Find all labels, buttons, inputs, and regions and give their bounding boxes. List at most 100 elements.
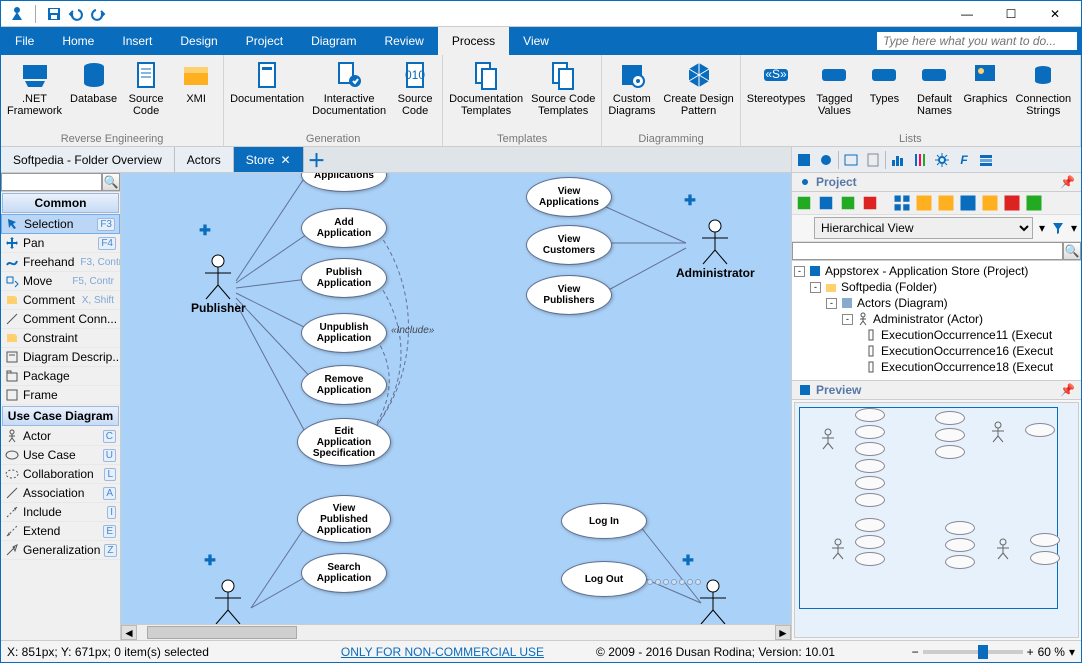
horizontal-scrollbar[interactable]: ◄ ►: [121, 624, 791, 640]
license-link[interactable]: ONLY FOR NON-COMMERCIAL USE: [341, 645, 544, 659]
proj-tb-icon[interactable]: [838, 194, 858, 212]
menu-process[interactable]: Process: [438, 27, 509, 55]
chevron-down-icon[interactable]: ▾: [1069, 645, 1075, 659]
ribbon-default-names[interactable]: DefaultNames: [909, 57, 959, 119]
add-tab-button[interactable]: ＋: [304, 147, 330, 172]
tool-extend[interactable]: ExtendE: [1, 522, 120, 541]
rp-icon[interactable]: [888, 150, 908, 170]
add-handle-icon[interactable]: ✚: [196, 221, 214, 239]
scroll-left-button[interactable]: ◄: [121, 625, 137, 640]
project-view-select[interactable]: Hierarchical View: [814, 217, 1033, 239]
usecase-publish-application[interactable]: PublishApplication: [301, 258, 387, 298]
tree-toggle[interactable]: -: [794, 266, 805, 277]
proj-tb-icon[interactable]: [1002, 194, 1022, 212]
actor-bottom-right[interactable]: [696, 578, 730, 626]
pin-icon[interactable]: 📌: [1060, 175, 1075, 189]
menu-diagram[interactable]: Diagram: [297, 27, 370, 55]
tab-actors[interactable]: Actors: [175, 147, 234, 172]
tool-comment[interactable]: CommentX, Shift: [1, 291, 120, 310]
usecase-search-application[interactable]: SearchApplication: [301, 553, 387, 593]
usecase-view-applications[interactable]: ViewApplications: [526, 177, 612, 217]
zoom-slider[interactable]: [923, 650, 1023, 654]
scroll-thumb[interactable]: [147, 626, 297, 639]
ribbon-tagged-values[interactable]: TaggedValues: [809, 57, 859, 119]
ribbon-design-pattern[interactable]: Create DesignPattern: [659, 57, 737, 119]
gear-icon[interactable]: [932, 150, 952, 170]
project-search[interactable]: [792, 242, 1063, 260]
usecase-add-application[interactable]: AddApplication: [301, 208, 387, 248]
menu-home[interactable]: Home: [48, 27, 108, 55]
project-tree[interactable]: -Appstorex - Application Store (Project)…: [792, 261, 1081, 381]
proj-tb-icon[interactable]: [980, 194, 1000, 212]
minimize-button[interactable]: —: [945, 2, 989, 26]
pin-icon[interactable]: 📌: [1060, 383, 1075, 397]
tell-me-search[interactable]: [877, 32, 1077, 50]
ribbon-database[interactable]: Database: [66, 57, 121, 107]
menu-insert[interactable]: Insert: [108, 27, 166, 55]
menu-view[interactable]: View: [509, 27, 563, 55]
tool-usecase[interactable]: Use CaseU: [1, 446, 120, 465]
ribbon-net-framework[interactable]: .NETFramework: [3, 57, 66, 119]
proj-tb-icon[interactable]: [1024, 194, 1044, 212]
ribbon-graphics[interactable]: Graphics: [959, 57, 1011, 107]
tree-toggle[interactable]: -: [826, 298, 837, 309]
tree-toggle[interactable]: -: [810, 282, 821, 293]
actor-administrator[interactable]: Administrator: [676, 218, 755, 280]
tool-generalization[interactable]: GeneralizationZ: [1, 541, 120, 560]
usecase-login[interactable]: Log In: [561, 503, 647, 539]
ribbon-conn-strings[interactable]: ConnectionStrings: [1011, 57, 1075, 119]
add-handle-icon[interactable]: ✚: [679, 551, 697, 569]
rp-icon[interactable]: [910, 150, 930, 170]
rp-icon[interactable]: [841, 150, 861, 170]
tool-collaboration[interactable]: CollaborationL: [1, 465, 120, 484]
save-icon[interactable]: [46, 6, 62, 22]
rp-icon[interactable]: [863, 150, 883, 170]
ribbon-interactive-doc[interactable]: InteractiveDocumentation: [308, 57, 390, 119]
tool-freehand[interactable]: FreehandF3, Contr: [1, 253, 120, 272]
ribbon-source-templates[interactable]: Source CodeTemplates: [527, 57, 599, 119]
menu-design[interactable]: Design: [166, 27, 231, 55]
tool-frame[interactable]: Frame: [1, 386, 120, 405]
menu-file[interactable]: File: [1, 27, 48, 55]
close-button[interactable]: ✕: [1033, 2, 1077, 26]
chevron-down-icon[interactable]: ▾: [1039, 221, 1045, 235]
add-handle-icon[interactable]: ✚: [681, 191, 699, 209]
tree-toggle[interactable]: -: [842, 314, 853, 325]
rp-icon[interactable]: [794, 150, 814, 170]
proj-tb-icon[interactable]: [914, 194, 934, 212]
close-icon[interactable]: ✕: [280, 153, 290, 167]
tool-pan[interactable]: PanF4: [1, 234, 120, 253]
maximize-button[interactable]: ☐: [989, 2, 1033, 26]
rp-icon[interactable]: [976, 150, 996, 170]
ribbon-types[interactable]: Types: [859, 57, 909, 107]
ribbon-doc-templates[interactable]: DocumentationTemplates: [445, 57, 527, 119]
tool-move[interactable]: MoveF5, Contr: [1, 272, 120, 291]
menu-project[interactable]: Project: [232, 27, 297, 55]
diagram-canvas[interactable]: ✚ ✚ ✚ ✚ Applications ViewApplications Ad…: [121, 173, 791, 640]
undo-icon[interactable]: [68, 6, 84, 22]
actor-bottom-left[interactable]: [211, 578, 245, 626]
zoom-in-button[interactable]: +: [1027, 645, 1034, 659]
tool-association[interactable]: AssociationA: [1, 484, 120, 503]
tab-folder-overview[interactable]: Softpedia - Folder Overview: [1, 147, 175, 172]
usecase-view-published[interactable]: ViewPublishedApplication: [297, 495, 391, 543]
proj-tb-icon[interactable]: [958, 194, 978, 212]
ribbon-xmi[interactable]: XMI: [171, 57, 221, 107]
tool-diagram-desc[interactable]: Diagram Descrip...: [1, 348, 120, 367]
rp-icon[interactable]: F: [954, 150, 974, 170]
scroll-right-button[interactable]: ►: [775, 625, 791, 640]
search-icon[interactable]: 🔍: [1063, 242, 1081, 260]
usecase-remove-application[interactable]: RemoveApplication: [301, 365, 387, 405]
menu-review[interactable]: Review: [370, 27, 437, 55]
preview-viewport[interactable]: [799, 407, 1058, 609]
ribbon-stereotypes[interactable]: «S»Stereotypes: [743, 57, 810, 107]
ribbon-source-code[interactable]: SourceCode: [121, 57, 171, 119]
proj-tb-icon[interactable]: [936, 194, 956, 212]
filter-icon[interactable]: [1051, 221, 1065, 235]
proj-tb-icon[interactable]: [892, 194, 912, 212]
tab-store[interactable]: Store✕: [234, 147, 304, 172]
usecase-edit-spec[interactable]: EditApplicationSpecification: [297, 418, 391, 466]
tool-include[interactable]: IncludeI: [1, 503, 120, 522]
zoom-out-button[interactable]: −: [912, 645, 919, 659]
chevron-down-icon[interactable]: ▾: [1071, 221, 1077, 235]
